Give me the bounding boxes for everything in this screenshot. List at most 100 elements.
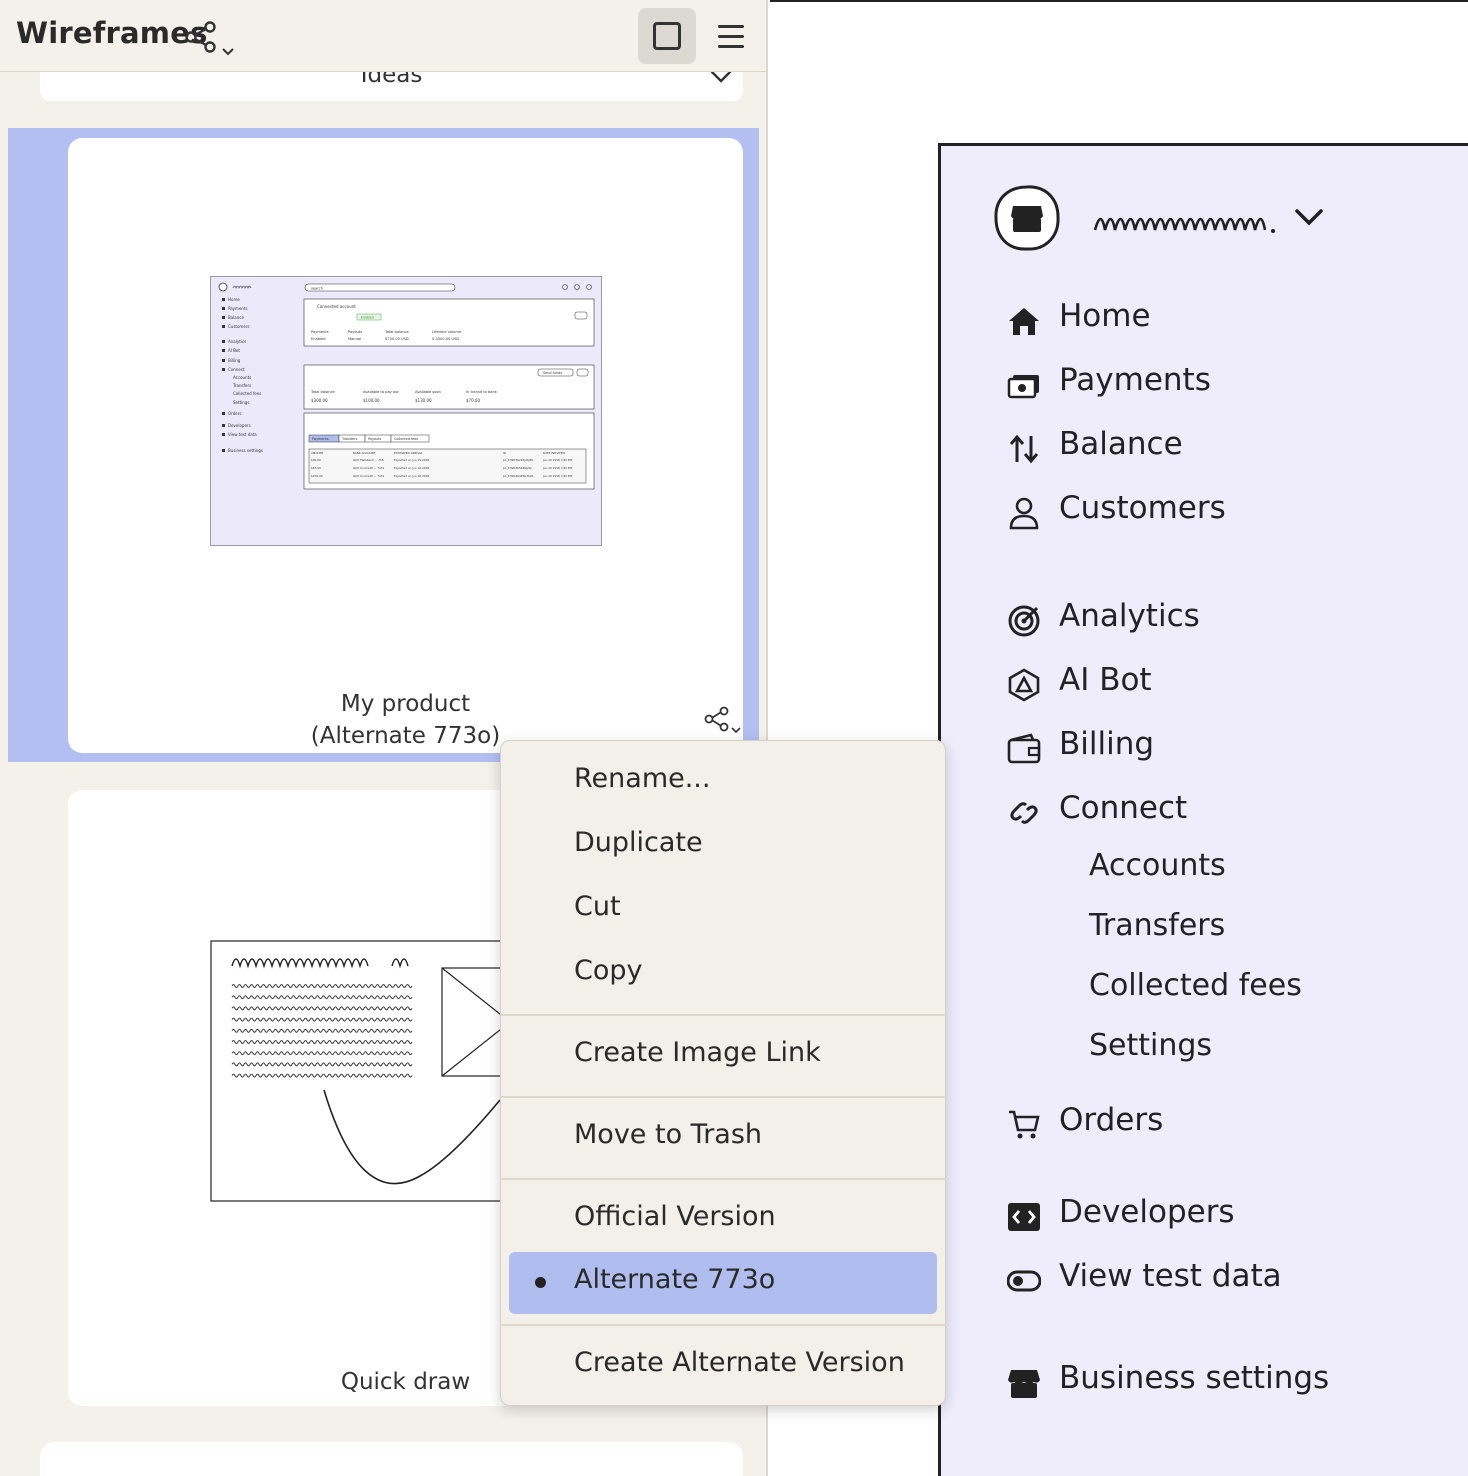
thumb-more-btn bbox=[576, 368, 589, 377]
nav-item-view-test-data[interactable]: View test data bbox=[1007, 1258, 1447, 1302]
thumb-table-cell: GCD Unicredit ... 7431 bbox=[353, 474, 385, 478]
page-card-my-product[interactable]: search Home Payments Balance Customers Analyt… bbox=[68, 138, 743, 753]
thumb-table-cell: $67.00 bbox=[311, 466, 321, 470]
hamburger-icon[interactable] bbox=[710, 18, 752, 54]
panel-header: Wireframes bbox=[0, 0, 766, 72]
nav-label: Analytics bbox=[1059, 598, 1200, 634]
menu-item-cut[interactable]: Cut bbox=[509, 879, 937, 941]
thumb-stat-value: $70.00 bbox=[466, 398, 480, 403]
menu-separator bbox=[501, 1324, 947, 1326]
nav-item-connect[interactable]: Connect bbox=[1007, 790, 1447, 834]
thumb-table-header: DATE INITIATED bbox=[543, 451, 565, 455]
thumb-nav-item: Settings bbox=[233, 400, 249, 405]
thumb-logo bbox=[218, 282, 228, 292]
nav-item-billing[interactable]: Billing bbox=[1007, 726, 1447, 770]
thumb-nav-item: Orders bbox=[228, 411, 241, 416]
page-card-next[interactable] bbox=[40, 1442, 743, 1476]
thumb-text: Connected account bbox=[317, 304, 356, 309]
home-icon bbox=[1009, 308, 1039, 335]
thumb-nav-icon bbox=[222, 449, 225, 452]
nav-item-customers[interactable]: Customers bbox=[1007, 490, 1447, 534]
thumb-tab-text: Collected fees bbox=[394, 437, 418, 441]
menu-separator bbox=[501, 1014, 947, 1016]
thumb-table-header: ESTIMATED ARRIVAL bbox=[394, 451, 423, 455]
store-icon bbox=[1008, 1370, 1040, 1398]
thumb-stat-value: Enabled bbox=[311, 337, 326, 341]
nav-item-orders[interactable]: Orders bbox=[1007, 1102, 1447, 1146]
nav-item-developers[interactable]: Developers bbox=[1007, 1194, 1447, 1238]
balance-icon bbox=[1009, 434, 1039, 464]
nav-subitem-collected-fees[interactable]: Collected fees bbox=[1089, 968, 1302, 1003]
nav-item-analytics[interactable]: Analytics bbox=[1007, 598, 1447, 642]
thumb-nav-icon bbox=[222, 412, 225, 415]
nav-subitem-transfers[interactable]: Transfers bbox=[1089, 908, 1225, 943]
nav-label: Payments bbox=[1059, 362, 1211, 398]
nav-item-ai-bot[interactable]: AI Bot bbox=[1007, 662, 1447, 706]
nav-label: Balance bbox=[1059, 426, 1183, 462]
thumb-stat-value: $750.00 USD bbox=[385, 337, 409, 341]
thumb-stat-label: Available soon bbox=[415, 390, 441, 394]
menu-item-rename[interactable]: Rename... bbox=[509, 751, 937, 813]
thumb-table-cell: $150.00 bbox=[311, 474, 323, 478]
thumb-top-icon bbox=[562, 284, 568, 290]
thumb-table-cell: Jun 10 2018 3:40 PM bbox=[542, 466, 573, 470]
thumb-stat-label: Payouts bbox=[348, 330, 362, 334]
thumb-nav-item: Business settings bbox=[228, 448, 263, 453]
menu-item-label: Official Version bbox=[574, 1201, 776, 1232]
thumb-nav-item: Accounts bbox=[233, 375, 251, 380]
nav-item-business-settings[interactable]: Business settings bbox=[1007, 1360, 1447, 1404]
menu-item-alternate-version[interactable]: Alternate 773o bbox=[509, 1252, 937, 1314]
thumb-table-cell: po_1H2K4K4K5K3K2K bbox=[503, 474, 534, 478]
thumb-nav-icon bbox=[222, 298, 225, 301]
nav-label: Customers bbox=[1059, 490, 1226, 526]
thumb-top-icon bbox=[574, 284, 580, 290]
thumb-nav-icon bbox=[222, 433, 225, 436]
person-icon bbox=[1009, 497, 1039, 530]
sketch-thumbnail bbox=[210, 940, 510, 1202]
thumb-nav-icon bbox=[222, 340, 225, 343]
menu-item-official-version[interactable]: Official Version bbox=[509, 1189, 937, 1251]
thumb-stat-value: $300.00 bbox=[311, 398, 328, 403]
share-icon[interactable] bbox=[704, 706, 730, 732]
thumb-nav-item: Home bbox=[228, 297, 240, 302]
thumb-table-cell: GCD Unicredit ... 7431 bbox=[353, 466, 385, 470]
nav-label: Business settings bbox=[1059, 1360, 1330, 1396]
menu-item-label: Duplicate bbox=[574, 827, 703, 858]
thumb-nav-item: Balance bbox=[228, 315, 244, 320]
nav-label: Developers bbox=[1059, 1194, 1235, 1230]
thumb-table-cell: $30.00 bbox=[311, 458, 321, 462]
thumb-tab-text: Transfers bbox=[341, 437, 358, 441]
chevron-down-icon[interactable] bbox=[730, 726, 742, 735]
chevron-down-icon[interactable] bbox=[1293, 206, 1325, 228]
nav-label: View test data bbox=[1059, 1258, 1282, 1294]
nav-item-home[interactable]: Home bbox=[1007, 298, 1447, 342]
thumb-nav-icon bbox=[222, 307, 225, 310]
view-toggle-button[interactable] bbox=[638, 8, 696, 64]
menu-item-create-image-link[interactable]: Create Image Link bbox=[509, 1025, 937, 1087]
wireframe-sidebar: Home Payments Balance Customers Analytic… bbox=[938, 143, 1468, 1476]
share-icon[interactable] bbox=[184, 20, 218, 54]
store-logo-icon bbox=[994, 185, 1060, 251]
menu-item-duplicate[interactable]: Duplicate bbox=[509, 815, 937, 877]
thumb-table-cell: GCD Flatsbank ... 718 bbox=[353, 458, 384, 462]
chevron-down-icon[interactable] bbox=[220, 46, 236, 58]
context-menu: Rename... Duplicate Cut Copy Create Imag… bbox=[500, 740, 947, 1406]
thumb-nav-item: Billing bbox=[228, 358, 241, 363]
radio-dot-icon bbox=[535, 1277, 546, 1288]
thumb-brand bbox=[232, 285, 252, 289]
nav-label: Home bbox=[1059, 298, 1151, 334]
menu-item-label: Rename... bbox=[574, 763, 711, 794]
nav-subitem-settings[interactable]: Settings bbox=[1089, 1028, 1212, 1063]
thumb-search bbox=[304, 283, 456, 292]
menu-item-label: Create Image Link bbox=[574, 1037, 821, 1068]
thumb-nav-icon bbox=[222, 424, 225, 427]
thumb-tab-text: Payments bbox=[312, 437, 329, 441]
nav-item-balance[interactable]: Balance bbox=[1007, 426, 1447, 470]
thumb-table-cell: po_1H2K3K5K2KJ2KJ bbox=[503, 466, 532, 470]
menu-item-create-alternate-version[interactable]: Create Alternate Version bbox=[509, 1335, 937, 1397]
menu-item-move-to-trash[interactable]: Move to Trash bbox=[509, 1107, 937, 1169]
nav-item-payments[interactable]: Payments bbox=[1007, 362, 1447, 406]
menu-item-copy[interactable]: Copy bbox=[509, 943, 937, 1005]
nav-subitem-accounts[interactable]: Accounts bbox=[1089, 848, 1226, 883]
thumb-nav-item: Transfers bbox=[232, 383, 251, 388]
